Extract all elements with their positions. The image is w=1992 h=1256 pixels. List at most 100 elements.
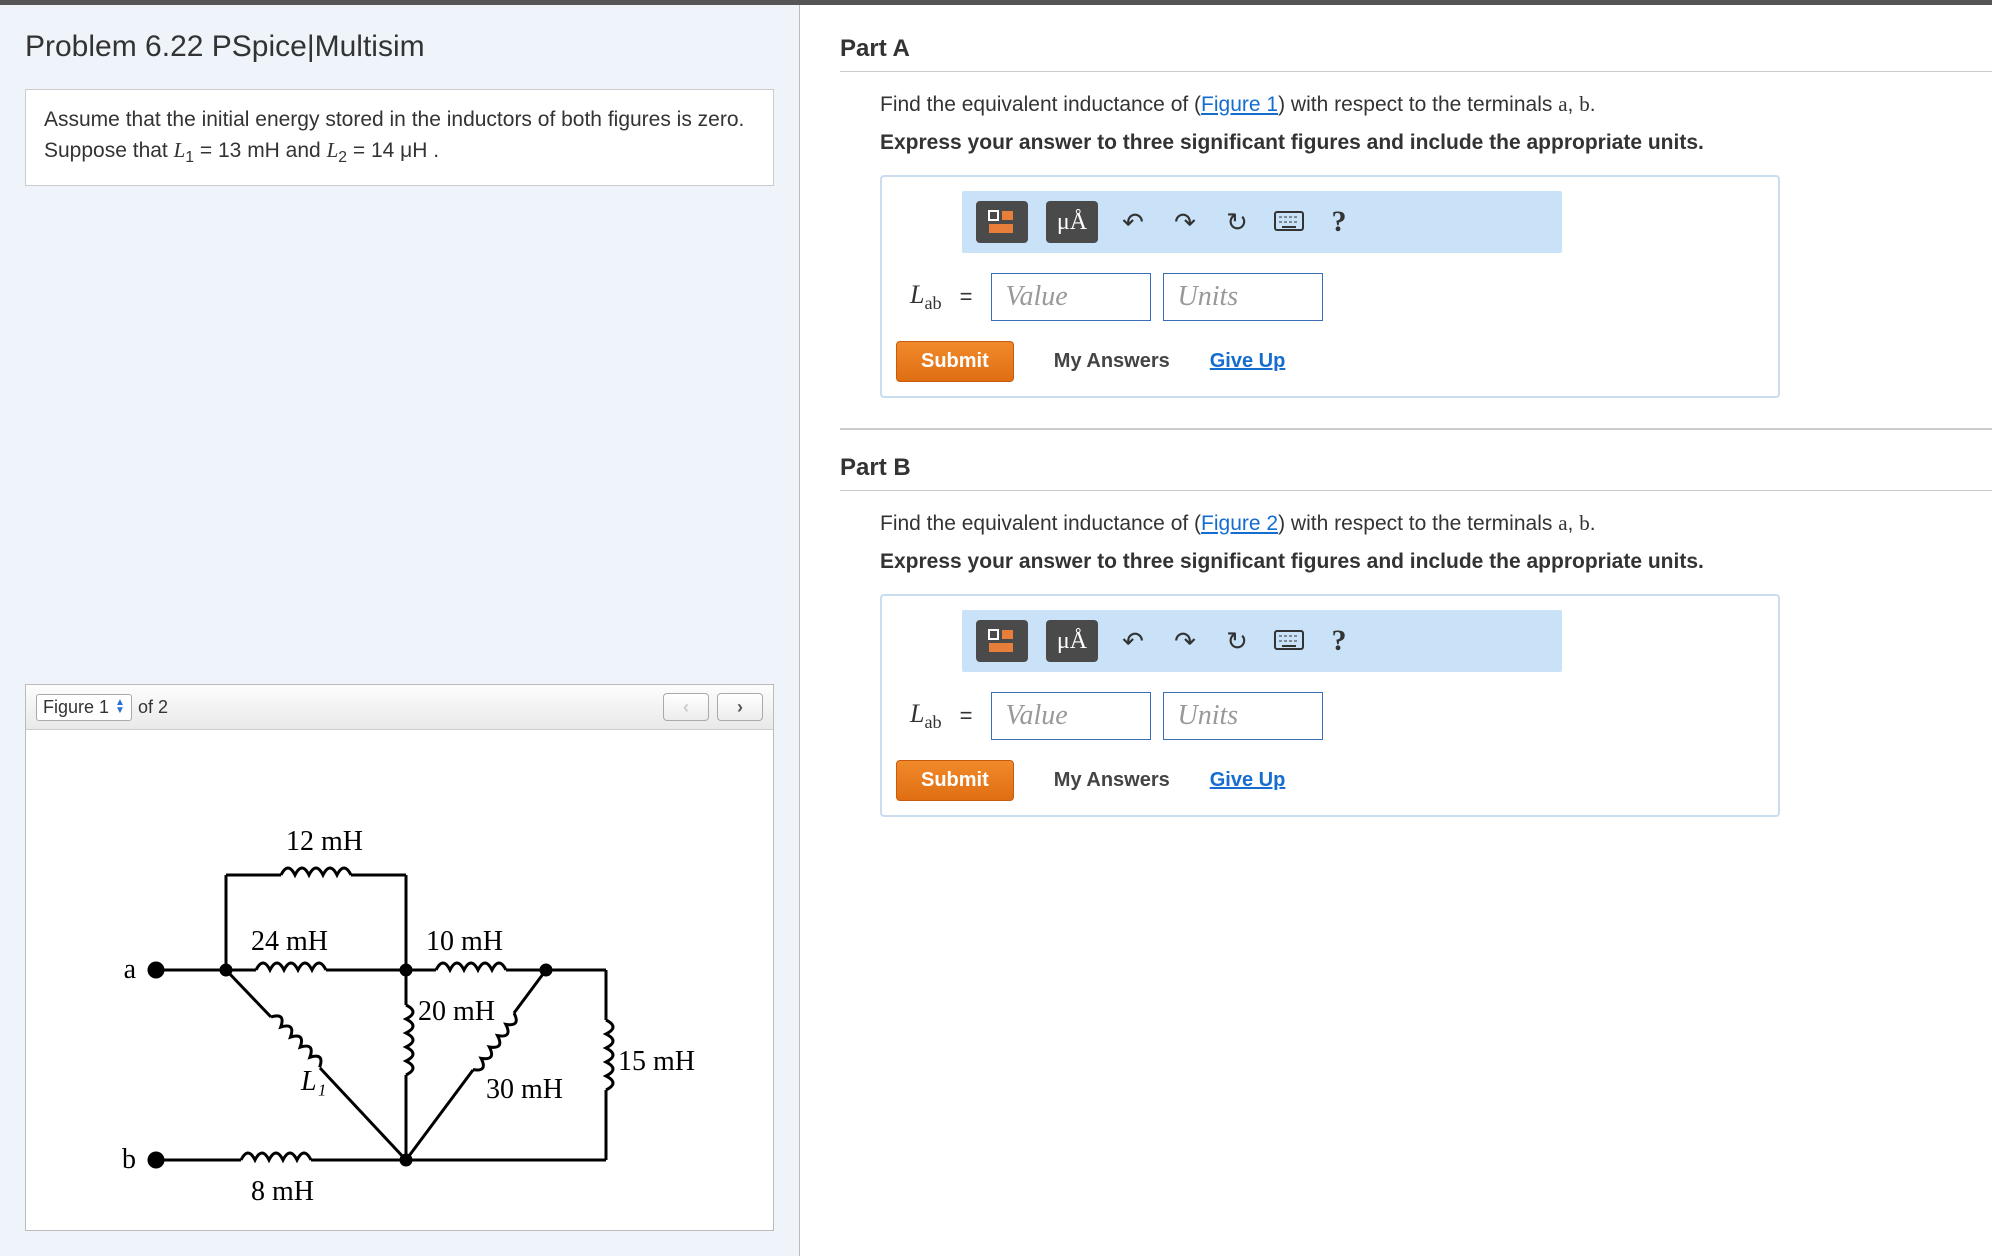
terminal-a: a bbox=[124, 954, 137, 985]
terminal-b-text: b bbox=[1579, 511, 1590, 535]
instr-pre: Find the equivalent inductance of ( bbox=[880, 512, 1201, 535]
part-a-title: Part A bbox=[840, 35, 1992, 72]
part-b-format-hint: Express your answer to three significant… bbox=[880, 550, 1992, 574]
instr-post: ) with respect to the terminals bbox=[1278, 93, 1558, 116]
special-chars-button[interactable]: μÅ bbox=[1046, 620, 1098, 662]
label-L1: L₁ bbox=[300, 1066, 326, 1097]
part-a: Part A Find the equivalent inductance of… bbox=[840, 35, 1992, 398]
submit-row-a: Submit My Answers Give Up bbox=[882, 341, 1778, 396]
instr-post: ) with respect to the terminals bbox=[1278, 512, 1558, 535]
units-placeholder: Units bbox=[1178, 700, 1239, 732]
undo-button[interactable]: ↶ bbox=[1116, 626, 1150, 657]
help-icon: ? bbox=[1332, 205, 1347, 238]
special-chars-label: μÅ bbox=[1057, 628, 1087, 655]
instr-end: . bbox=[1590, 512, 1596, 535]
L2-value-text: = 14 μH . bbox=[347, 139, 439, 162]
Lab-symbol: L bbox=[910, 699, 924, 728]
keyboard-button[interactable] bbox=[1272, 207, 1306, 238]
equals-sign: = bbox=[960, 284, 973, 310]
instr-pre: Find the equivalent inductance of ( bbox=[880, 93, 1201, 116]
give-up-link[interactable]: Give Up bbox=[1210, 769, 1286, 792]
value-input[interactable]: Value bbox=[991, 273, 1151, 321]
figure-select-label: Figure 1 bbox=[43, 697, 109, 718]
special-chars-button[interactable]: μÅ bbox=[1046, 201, 1098, 243]
toolbar-a: μÅ ↶ ↷ ↻ ? bbox=[962, 191, 1562, 253]
chevron-left-icon: ‹ bbox=[683, 697, 689, 718]
Lab-label: Lab bbox=[910, 699, 942, 733]
templates-button[interactable] bbox=[976, 201, 1028, 243]
part-b-title: Part B bbox=[840, 454, 1992, 491]
input-row-b: Lab = Value Units bbox=[882, 686, 1778, 760]
Lab-subscript: ab bbox=[924, 712, 941, 732]
undo-button[interactable]: ↶ bbox=[1116, 207, 1150, 238]
give-up-link[interactable]: Give Up bbox=[1210, 350, 1286, 373]
part-a-instruction: Find the equivalent inductance of (Figur… bbox=[880, 92, 1992, 117]
keyboard-icon bbox=[1274, 630, 1304, 650]
answer-box-a: μÅ ↶ ↷ ↻ ? Lab = Value Units bbox=[880, 175, 1780, 398]
label-15mh: 15 mH bbox=[618, 1046, 695, 1077]
submit-button[interactable]: Submit bbox=[896, 341, 1014, 382]
L1-value-text: = 13 mH and bbox=[194, 139, 327, 162]
label-8mh: 8 mH bbox=[251, 1176, 314, 1207]
templates-button[interactable] bbox=[976, 620, 1028, 662]
terminal-b: b bbox=[122, 1144, 136, 1175]
redo-icon: ↷ bbox=[1174, 207, 1196, 237]
L1-symbol: L bbox=[174, 138, 186, 162]
figure-header: Figure 1 ▲▼ of 2 ‹ › bbox=[26, 685, 773, 730]
section-divider bbox=[840, 428, 1992, 430]
answer-panel: Part A Find the equivalent inductance of… bbox=[800, 5, 1992, 1256]
redo-button[interactable]: ↷ bbox=[1168, 626, 1202, 657]
toolbar-b: μÅ ↶ ↷ ↻ ? bbox=[962, 610, 1562, 672]
redo-icon: ↷ bbox=[1174, 626, 1196, 656]
terminal-a-text: a bbox=[1558, 511, 1567, 535]
help-icon: ? bbox=[1332, 624, 1347, 657]
problem-statement: Assume that the initial energy stored in… bbox=[25, 89, 774, 186]
help-button[interactable]: ? bbox=[1324, 624, 1354, 658]
keyboard-button[interactable] bbox=[1272, 626, 1306, 657]
undo-icon: ↶ bbox=[1122, 626, 1144, 656]
terminal-b-text: b bbox=[1579, 92, 1590, 116]
figure-select[interactable]: Figure 1 ▲▼ bbox=[36, 694, 132, 721]
chevron-right-icon: › bbox=[737, 697, 743, 718]
keyboard-icon bbox=[1274, 211, 1304, 231]
term-sep: , bbox=[1568, 93, 1580, 116]
units-input[interactable]: Units bbox=[1163, 692, 1323, 740]
L2-symbol: L bbox=[327, 138, 339, 162]
equals-sign: = bbox=[960, 703, 973, 729]
my-answers-button[interactable]: My Answers bbox=[1054, 769, 1170, 792]
figure-canvas: a b 12 mH 24 mH 10 mH 20 mH 30 mH 15 mH … bbox=[26, 730, 773, 1230]
my-answers-button[interactable]: My Answers bbox=[1054, 350, 1170, 373]
reset-button[interactable]: ↻ bbox=[1220, 626, 1254, 657]
label-30mh: 30 mH bbox=[486, 1074, 563, 1105]
Lab-label: Lab bbox=[910, 280, 942, 314]
reset-button[interactable]: ↻ bbox=[1220, 207, 1254, 238]
special-chars-label: μÅ bbox=[1057, 209, 1087, 236]
figure-1-link[interactable]: Figure 1 bbox=[1201, 93, 1278, 116]
label-12mh: 12 mH bbox=[286, 826, 363, 857]
instr-end: . bbox=[1590, 93, 1596, 116]
term-sep: , bbox=[1568, 512, 1580, 535]
stepper-icon: ▲▼ bbox=[115, 699, 125, 715]
Lab-subscript: ab bbox=[924, 293, 941, 313]
redo-button[interactable]: ↷ bbox=[1168, 207, 1202, 238]
value-input[interactable]: Value bbox=[991, 692, 1151, 740]
part-b-instruction: Find the equivalent inductance of (Figur… bbox=[880, 511, 1992, 536]
undo-icon: ↶ bbox=[1122, 207, 1144, 237]
figure-next-button[interactable]: › bbox=[717, 693, 763, 721]
value-placeholder: Value bbox=[1006, 281, 1068, 313]
Lab-symbol: L bbox=[910, 280, 924, 309]
L1-subscript: 1 bbox=[185, 150, 194, 167]
reset-icon: ↻ bbox=[1226, 626, 1248, 656]
label-24mh: 24 mH bbox=[251, 926, 328, 957]
units-input[interactable]: Units bbox=[1163, 273, 1323, 321]
figure-prev-button[interactable]: ‹ bbox=[663, 693, 709, 721]
part-a-format-hint: Express your answer to three significant… bbox=[880, 131, 1992, 155]
submit-row-b: Submit My Answers Give Up bbox=[882, 760, 1778, 815]
help-button[interactable]: ? bbox=[1324, 205, 1354, 239]
problem-panel: Problem 6.22 PSpice|Multisim Assume that… bbox=[0, 5, 800, 1256]
figure-nav: ‹ › bbox=[663, 693, 763, 721]
figure-2-link[interactable]: Figure 2 bbox=[1201, 512, 1278, 535]
terminal-a-text: a bbox=[1558, 92, 1567, 116]
submit-button[interactable]: Submit bbox=[896, 760, 1014, 801]
figure-total: of 2 bbox=[138, 697, 168, 718]
